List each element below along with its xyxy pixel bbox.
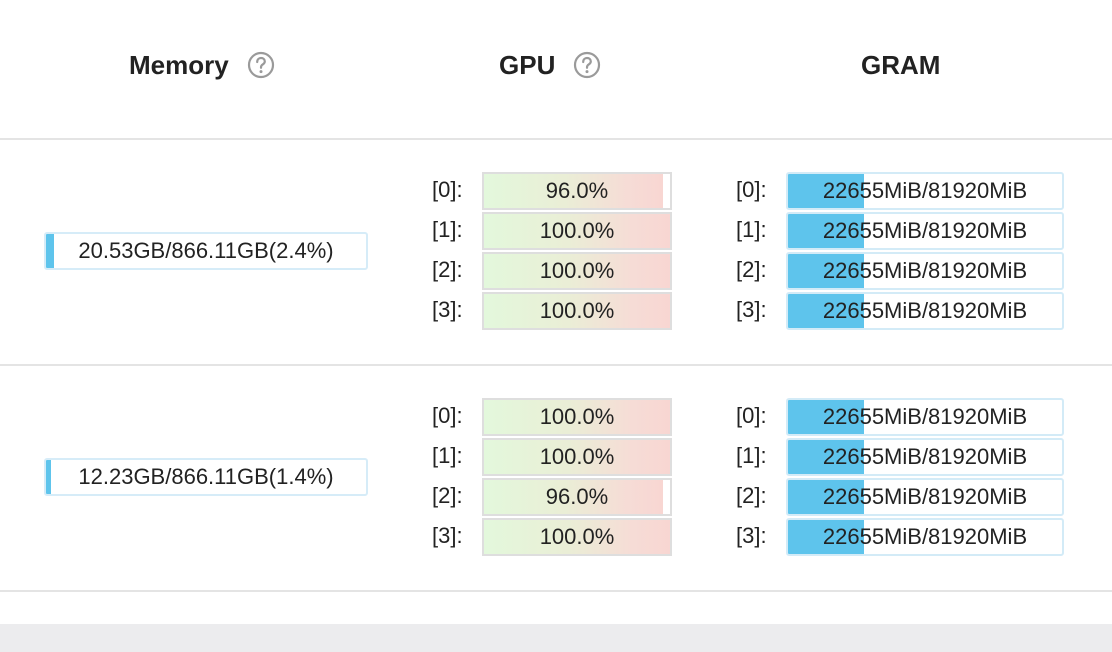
gpu-index-label: [3]: bbox=[432, 297, 463, 322]
gpu-index-label: [2]: bbox=[432, 483, 463, 508]
memory-usage-bar: 20.53GB/866.11GB(2.4%) bbox=[44, 232, 368, 270]
gram-usage-text: 22655MiB/81920MiB bbox=[822, 444, 1028, 469]
gram-usage-bar: 22655MiB/81920MiB bbox=[786, 292, 1064, 330]
gpu-column-header: GPU bbox=[499, 46, 601, 84]
gpu-index-label: [1]: bbox=[432, 443, 463, 468]
footer-band bbox=[0, 624, 1112, 652]
gram-usage-text: 22655MiB/81920MiB bbox=[822, 404, 1028, 429]
gpu-util-bar: 100.0% bbox=[482, 252, 672, 290]
gpu-index-label: [2]: bbox=[432, 257, 463, 282]
memory-usage-text: 20.53GB/866.11GB(2.4%) bbox=[78, 238, 334, 263]
gpu-util-text: 100.0% bbox=[539, 524, 615, 549]
gpu-util-bar: 100.0% bbox=[482, 398, 672, 436]
gpu-util-bar: 96.0% bbox=[482, 172, 672, 210]
gram-usage-text: 22655MiB/81920MiB bbox=[822, 218, 1028, 243]
gpu-index-label: [0]: bbox=[432, 177, 463, 202]
gpu-util-bar: 100.0% bbox=[482, 292, 672, 330]
memory-help-icon[interactable] bbox=[247, 51, 275, 79]
memory-column-header: Memory bbox=[129, 46, 275, 84]
table-header: Memory GPU GRAM bbox=[0, 0, 1112, 140]
gram-index-label: [1]: bbox=[736, 443, 767, 468]
gram-usage-text: 22655MiB/81920MiB bbox=[822, 258, 1028, 283]
gram-usage-bar: 22655MiB/81920MiB bbox=[786, 172, 1064, 210]
gram-index-label: [0]: bbox=[736, 177, 767, 202]
gram-usage-text: 22655MiB/81920MiB bbox=[822, 524, 1028, 549]
gpu-util-bar: 100.0% bbox=[482, 518, 672, 556]
gpu-header-label: GPU bbox=[499, 49, 556, 80]
gram-usage-bar: 22655MiB/81920MiB bbox=[786, 212, 1064, 250]
gram-index-label: [2]: bbox=[736, 483, 767, 508]
gram-index-label: [3]: bbox=[736, 297, 767, 322]
memory-header-label: Memory bbox=[129, 49, 229, 80]
gpu-index-label: [0]: bbox=[432, 403, 463, 428]
gpu-help-icon[interactable] bbox=[573, 51, 601, 79]
gram-usage-bar: 22655MiB/81920MiB bbox=[786, 398, 1064, 436]
gpu-index-label: [1]: bbox=[432, 217, 463, 242]
gram-usage-bar: 22655MiB/81920MiB bbox=[786, 478, 1064, 516]
table-row: 12.23GB/866.11GB(1.4%) [0]: 100.0% [1]: … bbox=[0, 366, 1112, 592]
memory-usage-bar: 12.23GB/866.11GB(1.4%) bbox=[44, 458, 368, 496]
gpu-index-label: [3]: bbox=[432, 523, 463, 548]
table-row: 20.53GB/866.11GB(2.4%) [0]: 96.0% [1]: 1… bbox=[0, 140, 1112, 366]
gram-index-label: [0]: bbox=[736, 403, 767, 428]
gram-column-header: GRAM bbox=[861, 46, 940, 84]
gram-usage-text: 22655MiB/81920MiB bbox=[822, 484, 1028, 509]
resource-usage-table: Memory GPU GRAM 20.53GB/866.11GB(2.4%) [… bbox=[0, 0, 1112, 652]
gpu-util-text: 100.0% bbox=[539, 218, 615, 243]
gram-header-label: GRAM bbox=[861, 49, 941, 80]
gram-usage-text: 22655MiB/81920MiB bbox=[822, 178, 1028, 203]
gpu-util-text: 100.0% bbox=[539, 404, 615, 429]
gram-index-label: [3]: bbox=[736, 523, 767, 548]
gram-index-label: [1]: bbox=[736, 217, 767, 242]
gpu-util-text: 100.0% bbox=[539, 298, 615, 323]
gram-index-label: [2]: bbox=[736, 257, 767, 282]
gpu-util-text: 100.0% bbox=[539, 444, 615, 469]
gram-usage-bar: 22655MiB/81920MiB bbox=[786, 518, 1064, 556]
gpu-util-bar: 100.0% bbox=[482, 438, 672, 476]
gram-usage-bar: 22655MiB/81920MiB bbox=[786, 252, 1064, 290]
gpu-util-text: 100.0% bbox=[539, 258, 615, 283]
gpu-util-bar: 96.0% bbox=[482, 478, 672, 516]
gram-usage-text: 22655MiB/81920MiB bbox=[822, 298, 1028, 323]
gram-usage-bar: 22655MiB/81920MiB bbox=[786, 438, 1064, 476]
gpu-util-text: 96.0% bbox=[545, 484, 609, 509]
memory-usage-text: 12.23GB/866.11GB(1.4%) bbox=[78, 464, 334, 489]
gpu-util-text: 96.0% bbox=[545, 178, 609, 203]
gpu-util-bar: 100.0% bbox=[482, 212, 672, 250]
